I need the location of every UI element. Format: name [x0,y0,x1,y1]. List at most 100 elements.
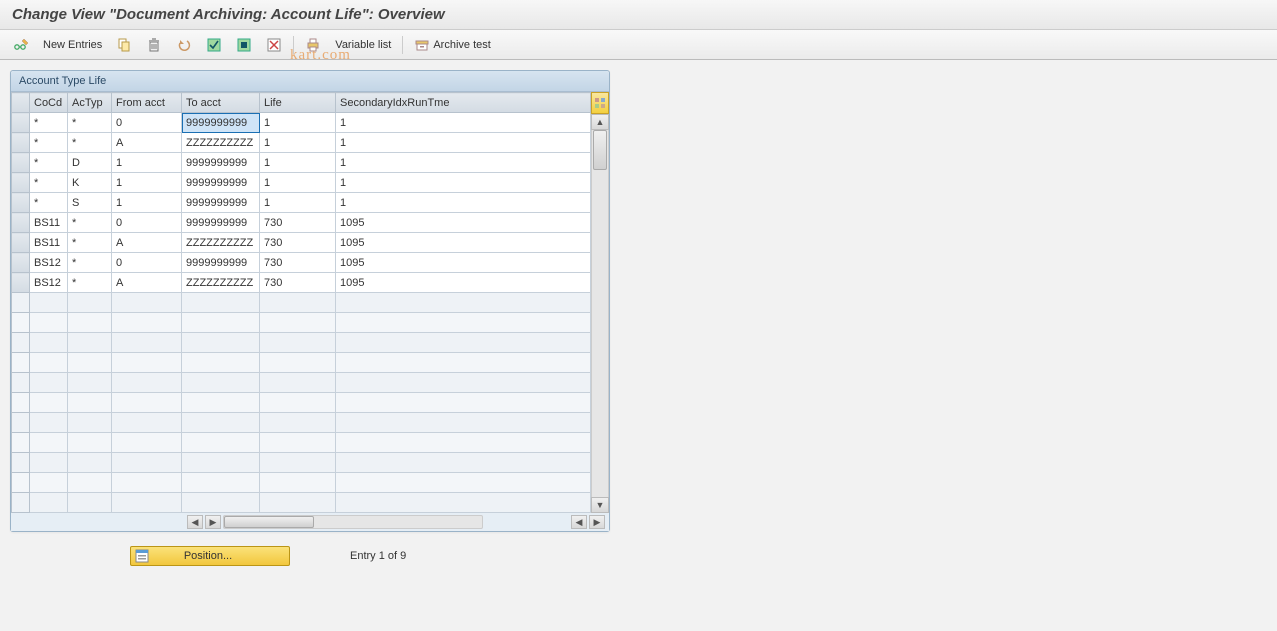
empty-cell[interactable] [30,433,68,453]
cell-life[interactable]: 1 [260,173,336,193]
table-row[interactable]: **AZZZZZZZZZZ11 [12,133,591,153]
empty-cell[interactable] [112,453,182,473]
empty-cell[interactable] [68,433,112,453]
table-row[interactable]: *S1999999999911 [12,193,591,213]
position-button[interactable]: Position... [130,546,290,566]
row-selector-header[interactable] [12,93,30,113]
table-row[interactable]: *D1999999999911 [12,153,591,173]
deselect-all-button[interactable] [261,34,287,56]
cell-from-acct[interactable]: A [112,233,182,253]
cell-actyp[interactable]: K [68,173,112,193]
cell-actyp[interactable]: * [68,253,112,273]
row-selector[interactable] [12,153,30,173]
scroll-thumb[interactable] [593,130,607,170]
empty-cell[interactable] [260,413,336,433]
empty-cell[interactable] [30,373,68,393]
empty-cell[interactable] [260,393,336,413]
empty-cell[interactable] [182,433,260,453]
cell-actyp[interactable]: * [68,133,112,153]
select-all-button[interactable] [201,34,227,56]
empty-cell[interactable] [12,293,30,313]
empty-cell[interactable] [68,353,112,373]
row-selector[interactable] [12,193,30,213]
scroll-track[interactable] [591,130,609,497]
cell-from-acct[interactable]: A [112,133,182,153]
cell-from-acct[interactable]: 0 [112,213,182,233]
empty-cell[interactable] [336,393,591,413]
cell-secondary-idx[interactable]: 1095 [336,253,591,273]
empty-cell[interactable] [182,413,260,433]
empty-cell[interactable] [68,313,112,333]
scroll-down-button[interactable]: ▼ [591,497,609,513]
cell-life[interactable]: 1 [260,133,336,153]
cell-actyp[interactable]: * [68,273,112,293]
empty-cell[interactable] [30,313,68,333]
table-row-empty[interactable] [12,453,591,473]
col-header-from-acct[interactable]: From acct [112,93,182,113]
table-row-empty[interactable] [12,493,591,513]
cell-cocd[interactable]: BS12 [30,253,68,273]
row-selector[interactable] [12,253,30,273]
table-row-empty[interactable] [12,413,591,433]
table-settings-button[interactable] [591,92,609,114]
empty-cell[interactable] [68,293,112,313]
empty-cell[interactable] [68,333,112,353]
empty-cell[interactable] [12,373,30,393]
empty-cell[interactable] [12,493,30,513]
row-selector[interactable] [12,233,30,253]
table-row[interactable]: BS11*099999999997301095 [12,213,591,233]
cell-to-acct[interactable]: ZZZZZZZZZZ [182,233,260,253]
cell-life[interactable]: 730 [260,213,336,233]
empty-cell[interactable] [336,453,591,473]
vertical-scrollbar[interactable]: ▲ ▼ [591,92,609,513]
empty-cell[interactable] [30,333,68,353]
col-header-to-acct[interactable]: To acct [182,93,260,113]
table-row-empty[interactable] [12,473,591,493]
table-row[interactable]: *K1999999999911 [12,173,591,193]
cell-cocd[interactable]: * [30,153,68,173]
empty-cell[interactable] [12,333,30,353]
cell-from-acct[interactable]: 0 [112,253,182,273]
empty-cell[interactable] [112,493,182,513]
empty-cell[interactable] [12,313,30,333]
col-header-cocd[interactable]: CoCd [30,93,68,113]
cell-secondary-idx[interactable]: 1 [336,113,591,133]
cell-to-acct[interactable]: 9999999999 [182,213,260,233]
empty-cell[interactable] [12,473,30,493]
empty-cell[interactable] [260,333,336,353]
cell-cocd[interactable]: * [30,133,68,153]
cell-actyp[interactable]: S [68,193,112,213]
account-life-table[interactable]: CoCd AcTyp From acct To acct Life Second… [11,92,591,513]
empty-cell[interactable] [336,293,591,313]
empty-cell[interactable] [260,313,336,333]
empty-cell[interactable] [336,493,591,513]
row-selector[interactable] [12,273,30,293]
empty-cell[interactable] [260,453,336,473]
empty-cell[interactable] [336,413,591,433]
table-row-empty[interactable] [12,313,591,333]
empty-cell[interactable] [12,393,30,413]
table-row-empty[interactable] [12,433,591,453]
cell-secondary-idx[interactable]: 1095 [336,213,591,233]
cell-actyp[interactable]: * [68,213,112,233]
cell-life[interactable]: 1 [260,113,336,133]
empty-cell[interactable] [336,353,591,373]
cell-secondary-idx[interactable]: 1 [336,193,591,213]
new-entries-button[interactable]: New Entries [38,36,107,54]
empty-cell[interactable] [12,453,30,473]
empty-cell[interactable] [336,373,591,393]
empty-cell[interactable] [30,453,68,473]
cell-life[interactable]: 730 [260,273,336,293]
col-header-life[interactable]: Life [260,93,336,113]
row-selector[interactable] [12,133,30,153]
horizontal-scrollbar[interactable]: ◀ ▶ ◀ ▶ [11,513,609,531]
cell-cocd[interactable]: * [30,193,68,213]
empty-cell[interactable] [112,393,182,413]
undo-button[interactable] [171,34,197,56]
delete-button[interactable] [141,34,167,56]
empty-cell[interactable] [260,353,336,373]
empty-cell[interactable] [336,473,591,493]
cell-secondary-idx[interactable]: 1 [336,133,591,153]
empty-cell[interactable] [112,313,182,333]
cell-life[interactable]: 730 [260,233,336,253]
